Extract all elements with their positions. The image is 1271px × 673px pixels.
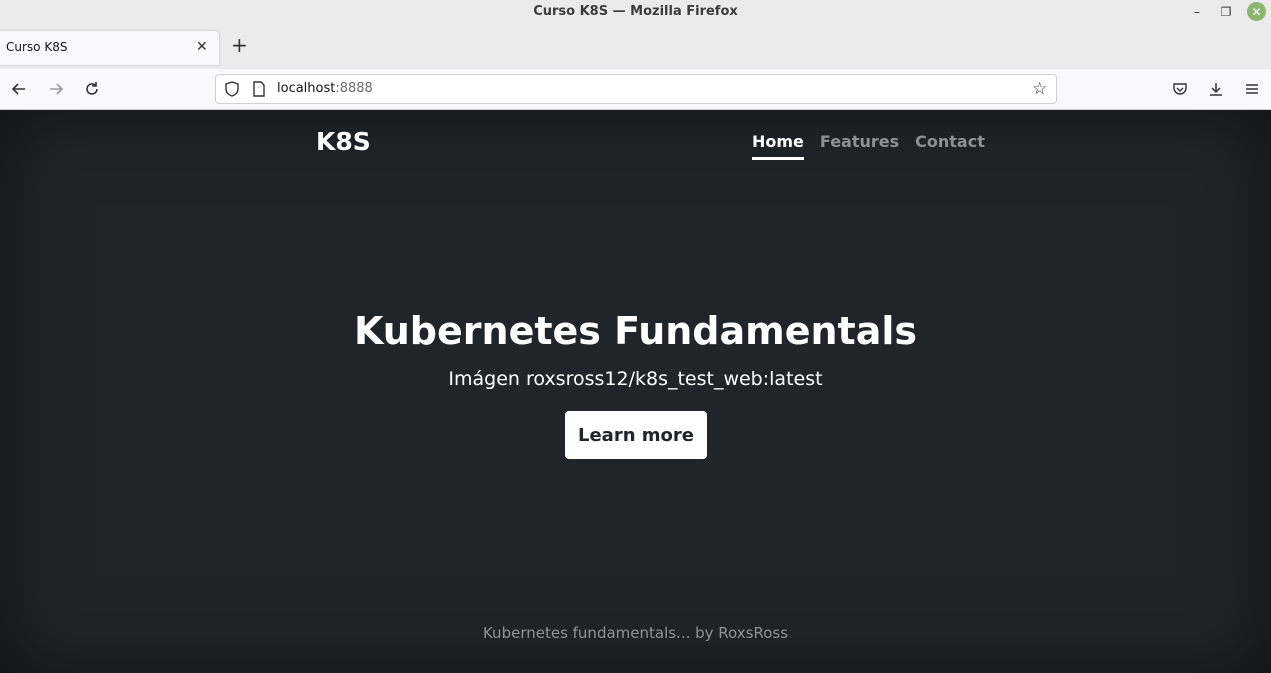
navigation-toolbar: localhost:8888 ☆ <box>0 69 1271 110</box>
minimize-icon[interactable]: – <box>1187 2 1207 22</box>
bookmark-star-icon[interactable]: ☆ <box>1032 79 1047 99</box>
new-tab-icon[interactable]: + <box>231 35 248 55</box>
download-icon[interactable] <box>1206 79 1226 99</box>
window-titlebar: Curso K8S — Mozilla Firefox – ❐ ✕ <box>0 0 1271 24</box>
window-close-icon[interactable]: ✕ <box>1247 2 1266 21</box>
page-info-icon[interactable] <box>252 81 266 97</box>
page-footer: Kubernetes fundamentals... by RoxsRoss <box>482 624 789 642</box>
tab-strip: Curso K8S ✕ + <box>0 24 1271 69</box>
tab-title: Curso K8S <box>6 40 68 54</box>
window-title: Curso K8S — Mozilla Firefox <box>533 4 738 19</box>
url-port: :8888 <box>335 81 373 96</box>
url-text[interactable]: localhost:8888 <box>277 81 373 96</box>
url-host: localhost <box>277 81 336 96</box>
nav-features[interactable]: Features <box>820 132 899 160</box>
pocket-icon[interactable] <box>1170 79 1190 99</box>
hamburger-menu-icon[interactable] <box>1242 79 1262 99</box>
maximize-icon[interactable]: ❐ <box>1216 2 1236 22</box>
nav-home[interactable]: Home <box>752 132 804 160</box>
hero-title: Kubernetes Fundamentals <box>353 309 918 353</box>
reload-icon[interactable] <box>82 79 102 99</box>
hero-subtitle: Imágen roxsross12/k8s_test_web:latest <box>448 368 823 390</box>
forward-arrow-icon[interactable] <box>46 79 66 99</box>
nav-contact[interactable]: Contact <box>915 132 985 160</box>
site-brand[interactable]: K8S <box>316 127 371 156</box>
site-nav: Home Features Contact <box>752 132 985 160</box>
back-arrow-icon[interactable] <box>9 79 29 99</box>
browser-tab[interactable]: Curso K8S ✕ <box>0 31 219 65</box>
shield-icon[interactable] <box>224 81 240 97</box>
address-bar[interactable]: localhost:8888 ☆ <box>215 74 1057 104</box>
tab-close-icon[interactable]: ✕ <box>196 39 208 55</box>
page-content: K8S Home Features Contact Kubernetes Fun… <box>0 110 1271 673</box>
learn-more-button[interactable]: Learn more <box>565 411 707 459</box>
